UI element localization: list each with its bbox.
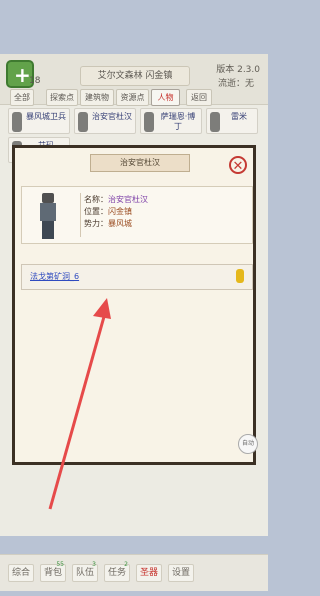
- quest-item[interactable]: 法戈第矿洞_6: [21, 264, 253, 290]
- tab-all[interactable]: 全部: [10, 89, 34, 106]
- tab-explore[interactable]: 探索点: [46, 89, 78, 106]
- npc-remy[interactable]: 雷米: [206, 108, 258, 134]
- nav-overview[interactable]: 综合: [8, 564, 34, 582]
- npc-avatar: [78, 112, 88, 132]
- quest-alert-icon: [236, 269, 244, 283]
- position-value: 闪金镇: [108, 207, 132, 216]
- tab-resource[interactable]: 资源点: [116, 89, 149, 106]
- nav-bag[interactable]: 背包 55: [40, 561, 66, 582]
- npc-portrait: [36, 193, 60, 239]
- npc-guard[interactable]: 暴风城卫兵: [8, 108, 70, 134]
- player-level: 18: [29, 76, 41, 86]
- npc-avatar: [210, 112, 220, 132]
- tab-people[interactable]: 人物: [151, 89, 180, 106]
- npc-sheriff[interactable]: 治安官杜汉: [74, 108, 136, 134]
- npc-info-card: 名称：治安官杜汉 位置：闪金镇 势力：暴风城: [21, 186, 253, 244]
- version-label: 版本 2.3.0: [216, 65, 260, 75]
- position-label: 位置：: [84, 207, 108, 216]
- nav-relic[interactable]: 圣器: [136, 564, 162, 582]
- faction-value: 暴风城: [108, 219, 132, 228]
- tab-return[interactable]: 返回: [186, 89, 212, 106]
- npc-sarien[interactable]: 萨瑞恩·博丁: [140, 108, 202, 134]
- npc-avatar: [144, 112, 154, 132]
- name-label: 名称：: [84, 195, 108, 204]
- nav-quest[interactable]: 任务 2: [104, 561, 130, 582]
- bottom-nav: 综合 背包 55 队伍 3 任务 2 圣器 设置: [0, 554, 268, 591]
- tab-building[interactable]: 建筑物: [80, 89, 114, 106]
- quest-link[interactable]: 法戈第矿洞_6: [30, 271, 79, 282]
- npc-info-text: 名称：治安官杜汉 位置：闪金镇 势力：暴风城: [84, 194, 148, 230]
- game-screen: + 18 艾尔文森林 闪金镇 版本 2.3.0 流逝：无 全部 探索点 建筑物 …: [0, 54, 268, 591]
- modal-title: 治安官杜汉: [90, 154, 190, 172]
- filter-tabs: 全部 探索点 建筑物 资源点 人物 返回: [10, 89, 268, 106]
- nav-settings[interactable]: 设置: [168, 564, 194, 582]
- status-label: 流逝：无: [217, 79, 254, 89]
- npc-avatar: [12, 112, 22, 132]
- location-title: 艾尔文森林 闪金镇: [80, 66, 190, 86]
- divider: [80, 193, 81, 237]
- name-value: 治安官杜汉: [108, 195, 148, 204]
- nav-team[interactable]: 队伍 3: [72, 561, 98, 582]
- arrow-annotation: [45, 294, 115, 514]
- auto-button[interactable]: 自动: [238, 434, 258, 454]
- close-button[interactable]: ✕: [229, 156, 247, 174]
- faction-label: 势力：: [84, 219, 108, 228]
